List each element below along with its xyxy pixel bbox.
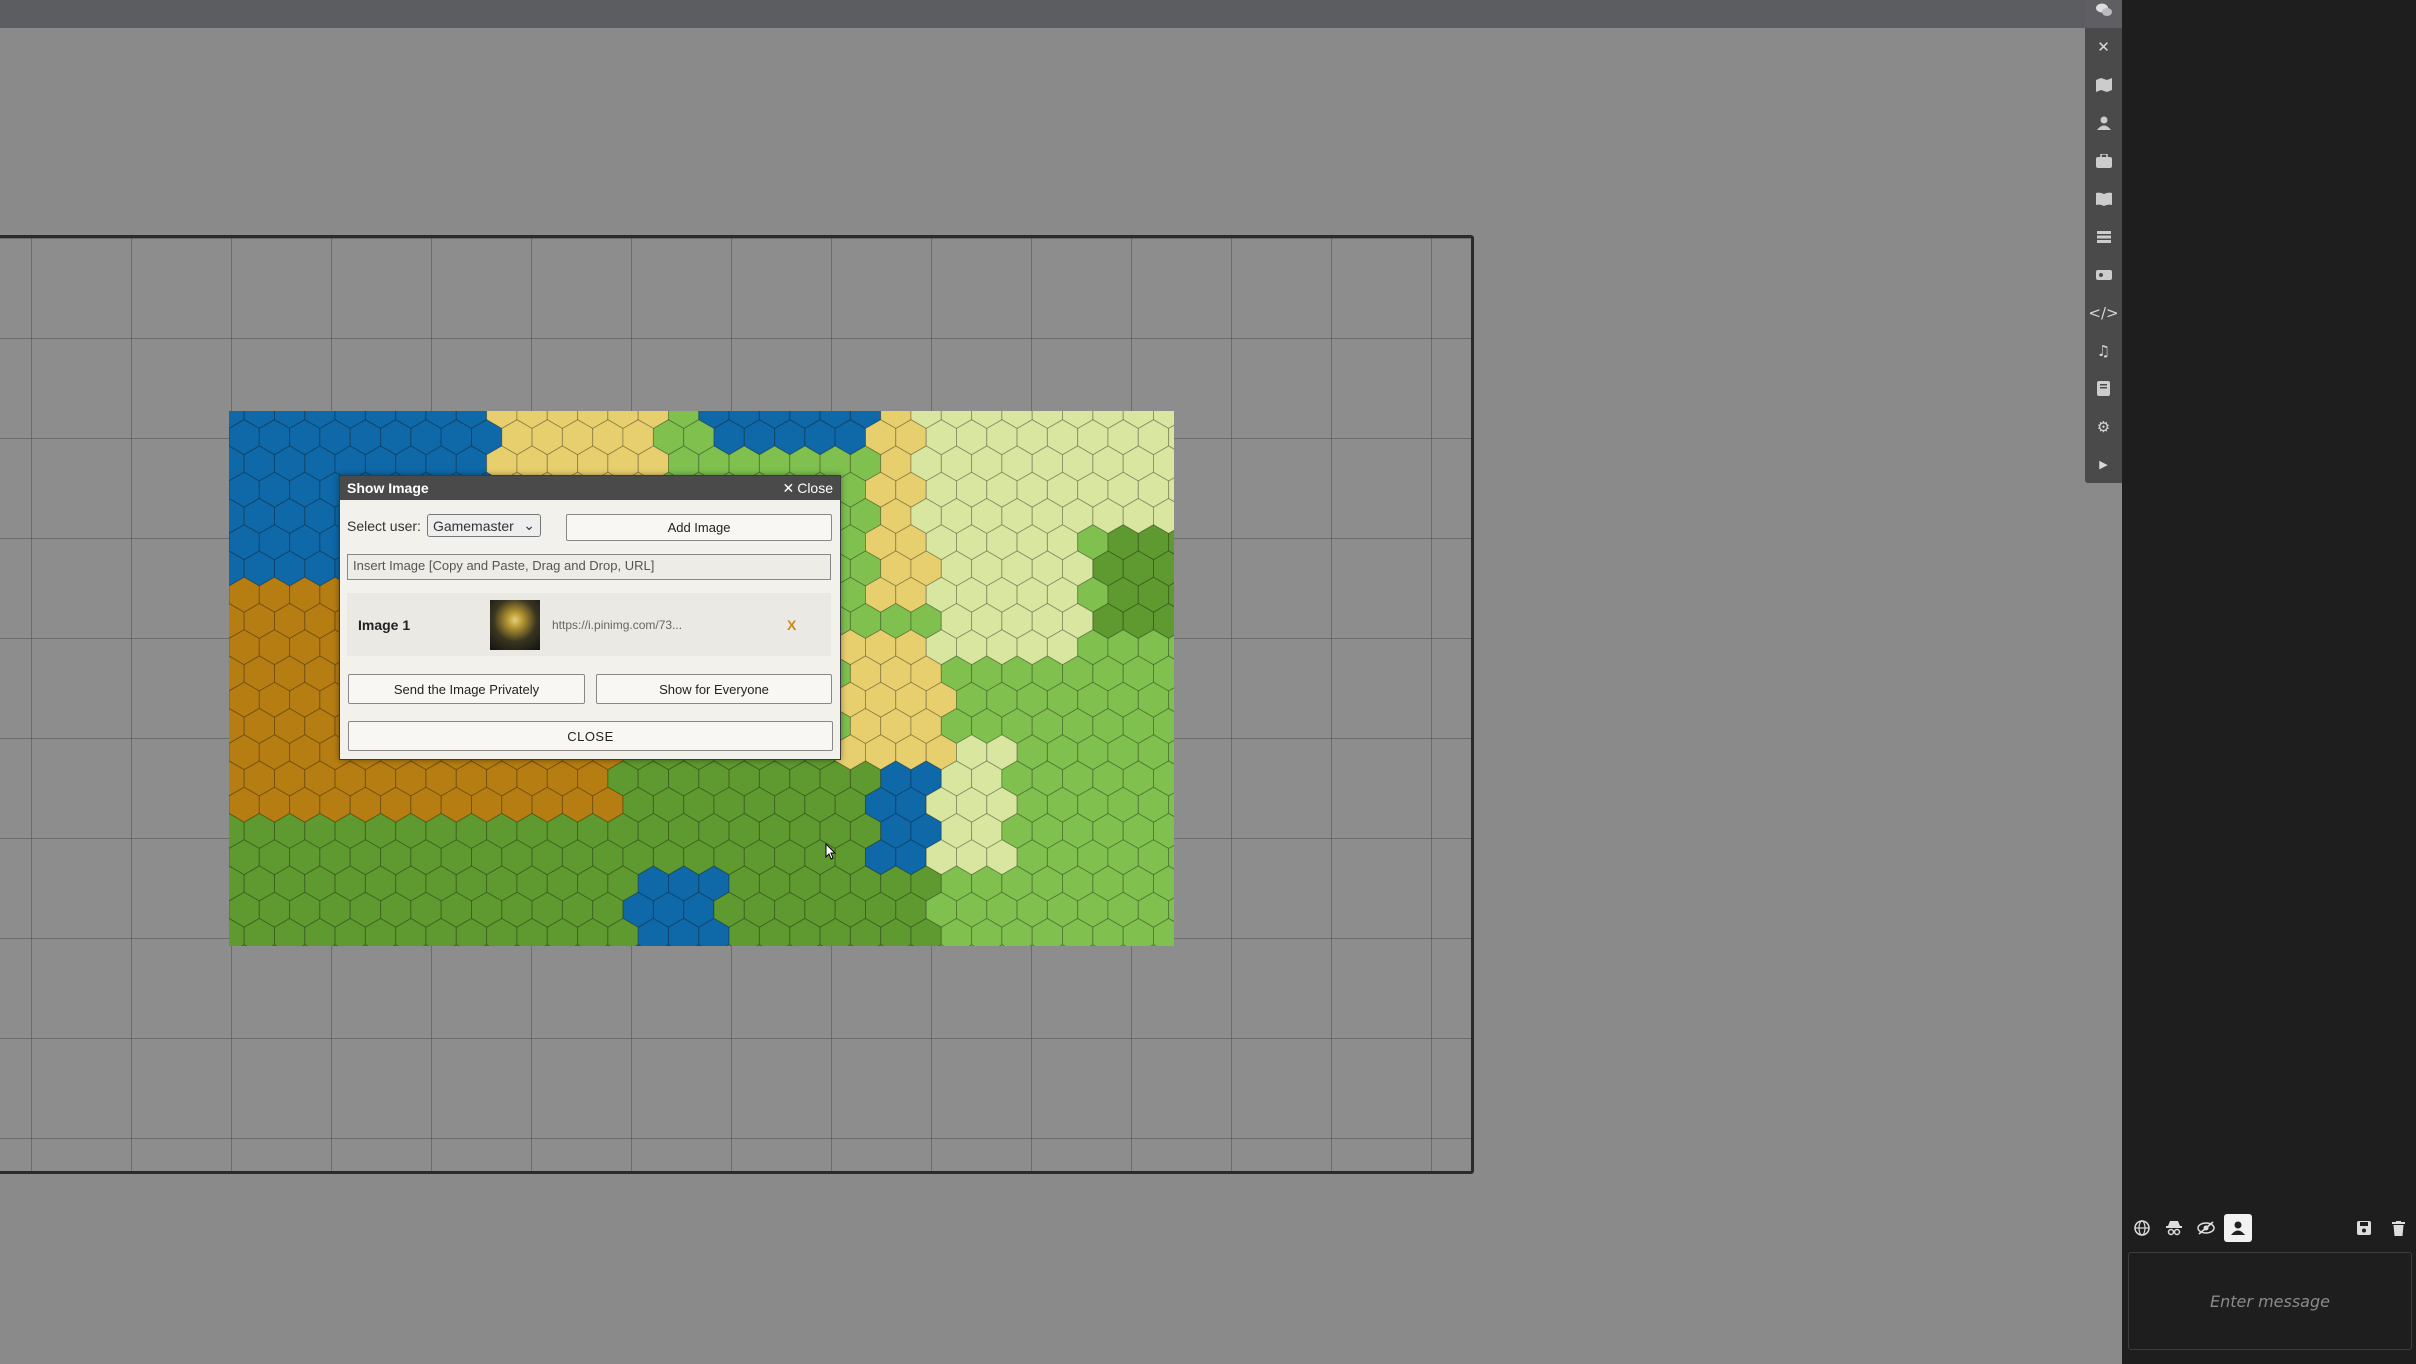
close-icon: ✕ xyxy=(782,479,795,496)
show-everyone-button[interactable]: Show for Everyone xyxy=(596,674,832,704)
chat-icon[interactable] xyxy=(2085,0,2122,28)
music-icon[interactable]: ♫ xyxy=(2085,332,2122,369)
dialog-close-label: Close xyxy=(797,480,833,496)
canvas-area[interactable] xyxy=(0,28,2086,1364)
code-icon[interactable]: </> xyxy=(2085,294,2122,331)
tag-icon[interactable] xyxy=(2085,256,2122,293)
chat-panel: Enter message xyxy=(2122,0,2416,1364)
image-thumbnail[interactable] xyxy=(490,599,540,650)
spy-icon[interactable] xyxy=(2160,1214,2188,1242)
settings-icon[interactable]: ⚙ xyxy=(2085,408,2122,445)
book-icon[interactable] xyxy=(2085,180,2122,217)
globe-icon[interactable] xyxy=(2128,1214,2156,1242)
expand-icon[interactable]: ▶ xyxy=(2085,446,2122,483)
remove-image-button[interactable]: X xyxy=(787,617,796,633)
add-image-button[interactable]: Add Image xyxy=(566,514,832,541)
list-icon[interactable] xyxy=(2085,218,2122,255)
user-select-value: Gamemaster xyxy=(432,517,514,534)
close-icon[interactable]: ✕ xyxy=(2085,28,2122,65)
user-select[interactable]: Gamemaster ⌄ xyxy=(426,514,541,537)
map-icon[interactable] xyxy=(2085,66,2122,103)
user-icon[interactable] xyxy=(2085,104,2122,141)
insert-image-input[interactable]: Insert Image [Copy and Paste, Drag and D… xyxy=(347,554,831,580)
close-button[interactable]: CLOSE xyxy=(348,721,833,751)
mouse-cursor-icon xyxy=(825,842,837,865)
top-bar xyxy=(0,0,2086,28)
chat-message-input[interactable]: Enter message xyxy=(2128,1252,2412,1350)
eye-slash-icon[interactable] xyxy=(2192,1214,2220,1242)
image-list-item: Image 1 https://i.pinimg.com/73... X xyxy=(347,593,831,656)
inventory-icon[interactable] xyxy=(2085,142,2122,179)
trash-icon[interactable] xyxy=(2384,1214,2412,1242)
right-toolbar: ✕ </> ♫ ⚙ ▶ xyxy=(2085,0,2122,483)
send-privately-button[interactable]: Send the Image Privately xyxy=(348,674,585,704)
dialog-titlebar[interactable]: Show Image ✕ Close xyxy=(340,476,840,500)
chat-actions xyxy=(2350,1214,2412,1242)
select-user-label: Select user: xyxy=(347,517,421,534)
dialog-close-link[interactable]: ✕ Close xyxy=(782,480,833,497)
image-url: https://i.pinimg.com/73... xyxy=(552,617,683,632)
image-label: Image 1 xyxy=(358,616,411,633)
user-icon[interactable] xyxy=(2224,1214,2252,1242)
chat-mode-icons xyxy=(2128,1214,2252,1242)
save-icon[interactable] xyxy=(2350,1214,2378,1242)
notes-icon[interactable] xyxy=(2085,370,2122,407)
show-image-dialog: Show Image ✕ Close Select user: Gamemast… xyxy=(339,475,841,760)
dialog-title: Show Image xyxy=(347,480,429,496)
chevron-down-icon: ⌄ xyxy=(523,517,535,533)
